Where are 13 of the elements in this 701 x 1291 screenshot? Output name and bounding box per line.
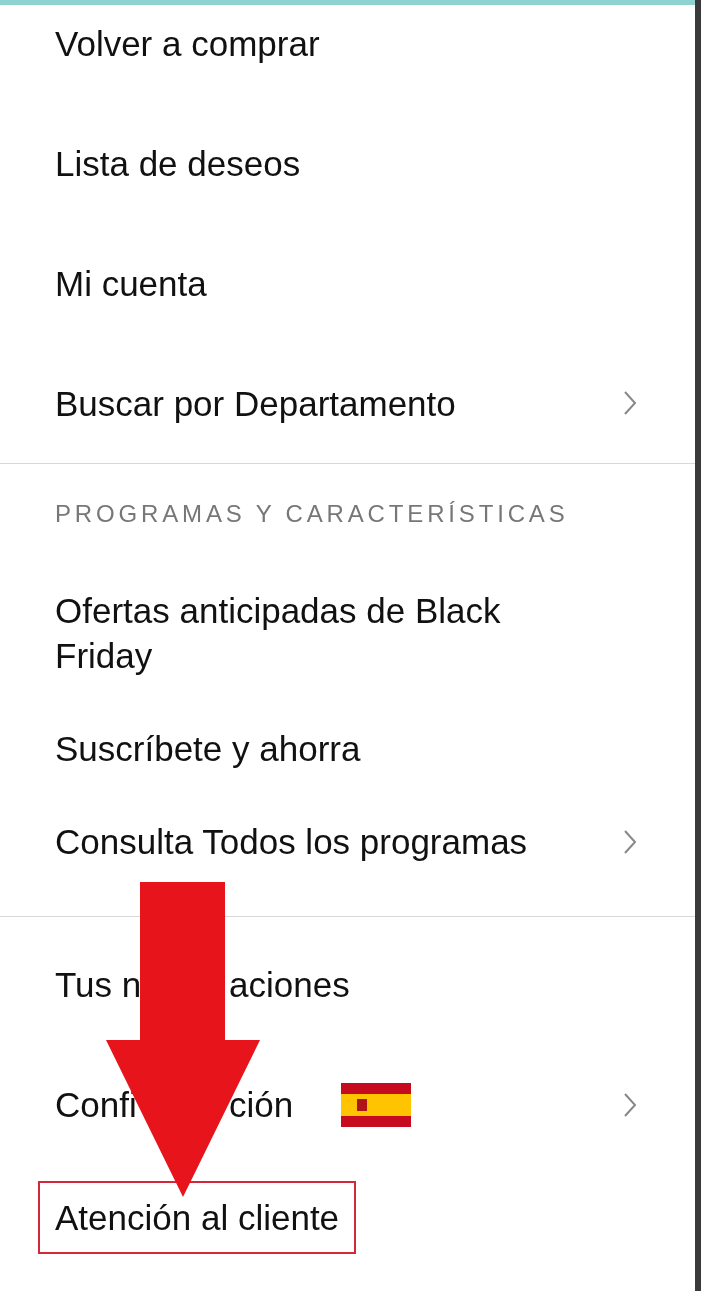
menu-item[interactable]: Ofertas anticipadas de Black Friday — [55, 588, 575, 678]
menu-item-text[interactable]: Confi — [55, 1088, 137, 1122]
menu-item[interactable]: Suscríbete y ahorra — [55, 726, 361, 771]
menu-item[interactable]: Atención al cliente — [38, 1180, 357, 1254]
menu-item[interactable]: Consulta Todos los programas — [55, 819, 528, 864]
menu-item[interactable]: Lista de deseos — [55, 140, 301, 186]
menu-item-text[interactable]: aciones — [229, 968, 350, 1002]
menu-item-text[interactable]: ción — [229, 1088, 294, 1122]
section-heading: PROGRAMAS Y CARACTERÍSTICAS — [55, 499, 569, 529]
menu-item[interactable]: Volver a comprar — [55, 20, 320, 66]
menu-item[interactable]: Mi cuenta — [55, 260, 207, 306]
menu-item[interactable]: Buscar por Departamento — [55, 380, 456, 426]
menu-item-text[interactable]: Tus n — [55, 968, 142, 1002]
